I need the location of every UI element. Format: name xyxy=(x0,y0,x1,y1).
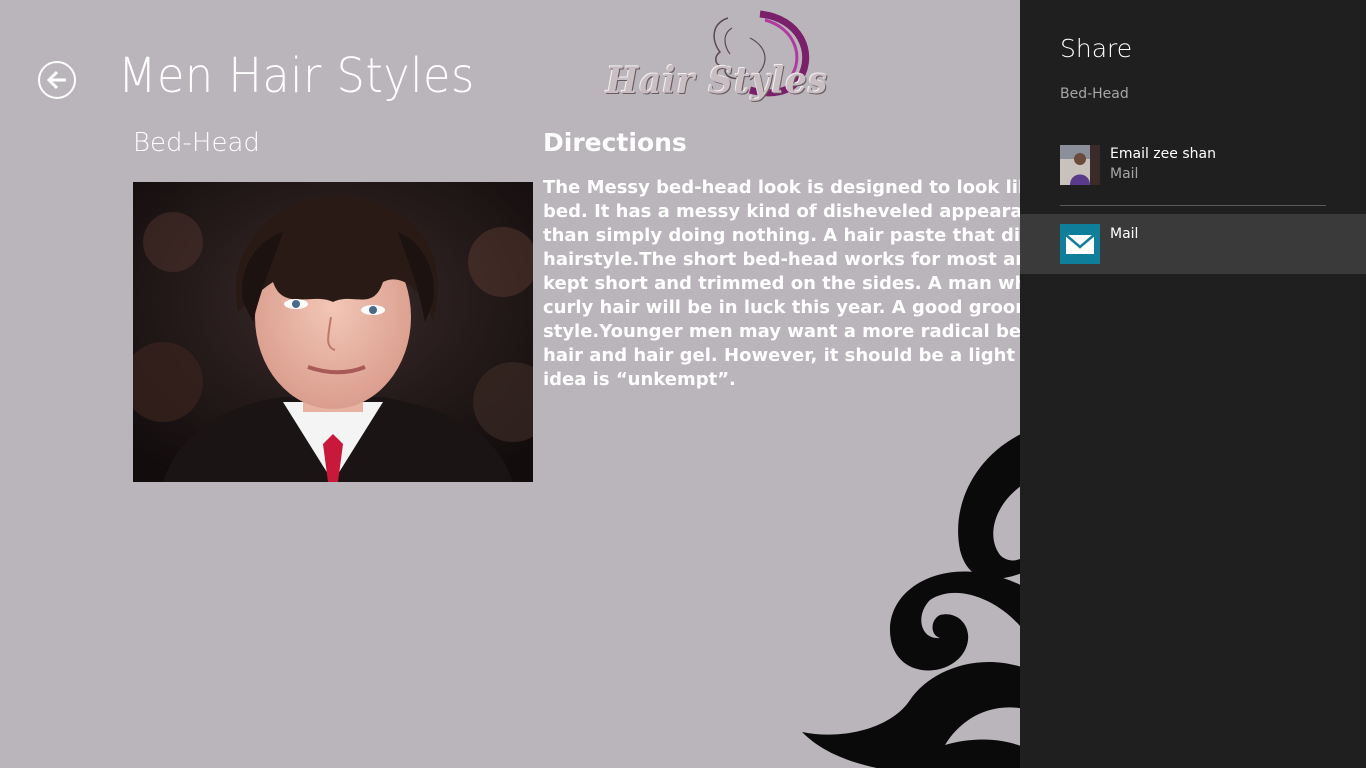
item-title: Bed-Head xyxy=(133,128,260,158)
directions-line: The Messy bed-head look is designed to l… xyxy=(543,177,1020,198)
hair-styles-logo: Hair Styles xyxy=(600,8,827,116)
back-arrow-icon xyxy=(46,70,66,90)
swirl-decoration xyxy=(802,434,1020,768)
app-page: Men Hair Styles Hair Styles Bed-Head Dir… xyxy=(0,0,1020,768)
back-button[interactable] xyxy=(38,61,76,99)
mail-envelope-icon xyxy=(1060,224,1100,264)
share-recent-label: Email zee shan xyxy=(1110,146,1216,162)
man-portrait-photo xyxy=(133,182,533,482)
share-divider xyxy=(1060,205,1326,206)
directions-line: kept short and trimmed on the sides. A m… xyxy=(543,273,1020,294)
share-pane: Share Bed-Head Email zee shan Mail Mail xyxy=(1020,0,1366,768)
directions-line: idea is “unkempt”. xyxy=(543,369,736,390)
directions-heading: Directions xyxy=(543,128,687,157)
logo-text: Hair Styles xyxy=(606,60,829,102)
directions-text: The Messy bed-head look is designed to l… xyxy=(543,176,1020,392)
share-app-label: Mail xyxy=(1110,226,1139,242)
page-title: Men Hair Styles xyxy=(118,48,475,104)
directions-line: curly hair will be in luck this year. A … xyxy=(543,297,1020,318)
share-title: Share xyxy=(1060,34,1133,63)
share-app-mail[interactable]: Mail xyxy=(1020,214,1366,274)
share-recent-email-zee-shan[interactable]: Email zee shan Mail xyxy=(1020,140,1366,200)
directions-line: hairstyle.The short bed-head works for m… xyxy=(543,249,1020,270)
contact-avatar-photo xyxy=(1060,145,1100,185)
share-subtitle: Bed-Head xyxy=(1060,86,1129,102)
directions-line: hair and hair gel. However, it should be… xyxy=(543,345,1020,366)
directions-line: style.Younger men may want a more radica… xyxy=(543,321,1020,342)
directions-line: than simply doing nothing. A hair paste … xyxy=(543,225,1020,246)
directions-line: bed. It has a messy kind of disheveled a… xyxy=(543,201,1020,222)
share-recent-sublabel: Mail xyxy=(1110,166,1139,182)
